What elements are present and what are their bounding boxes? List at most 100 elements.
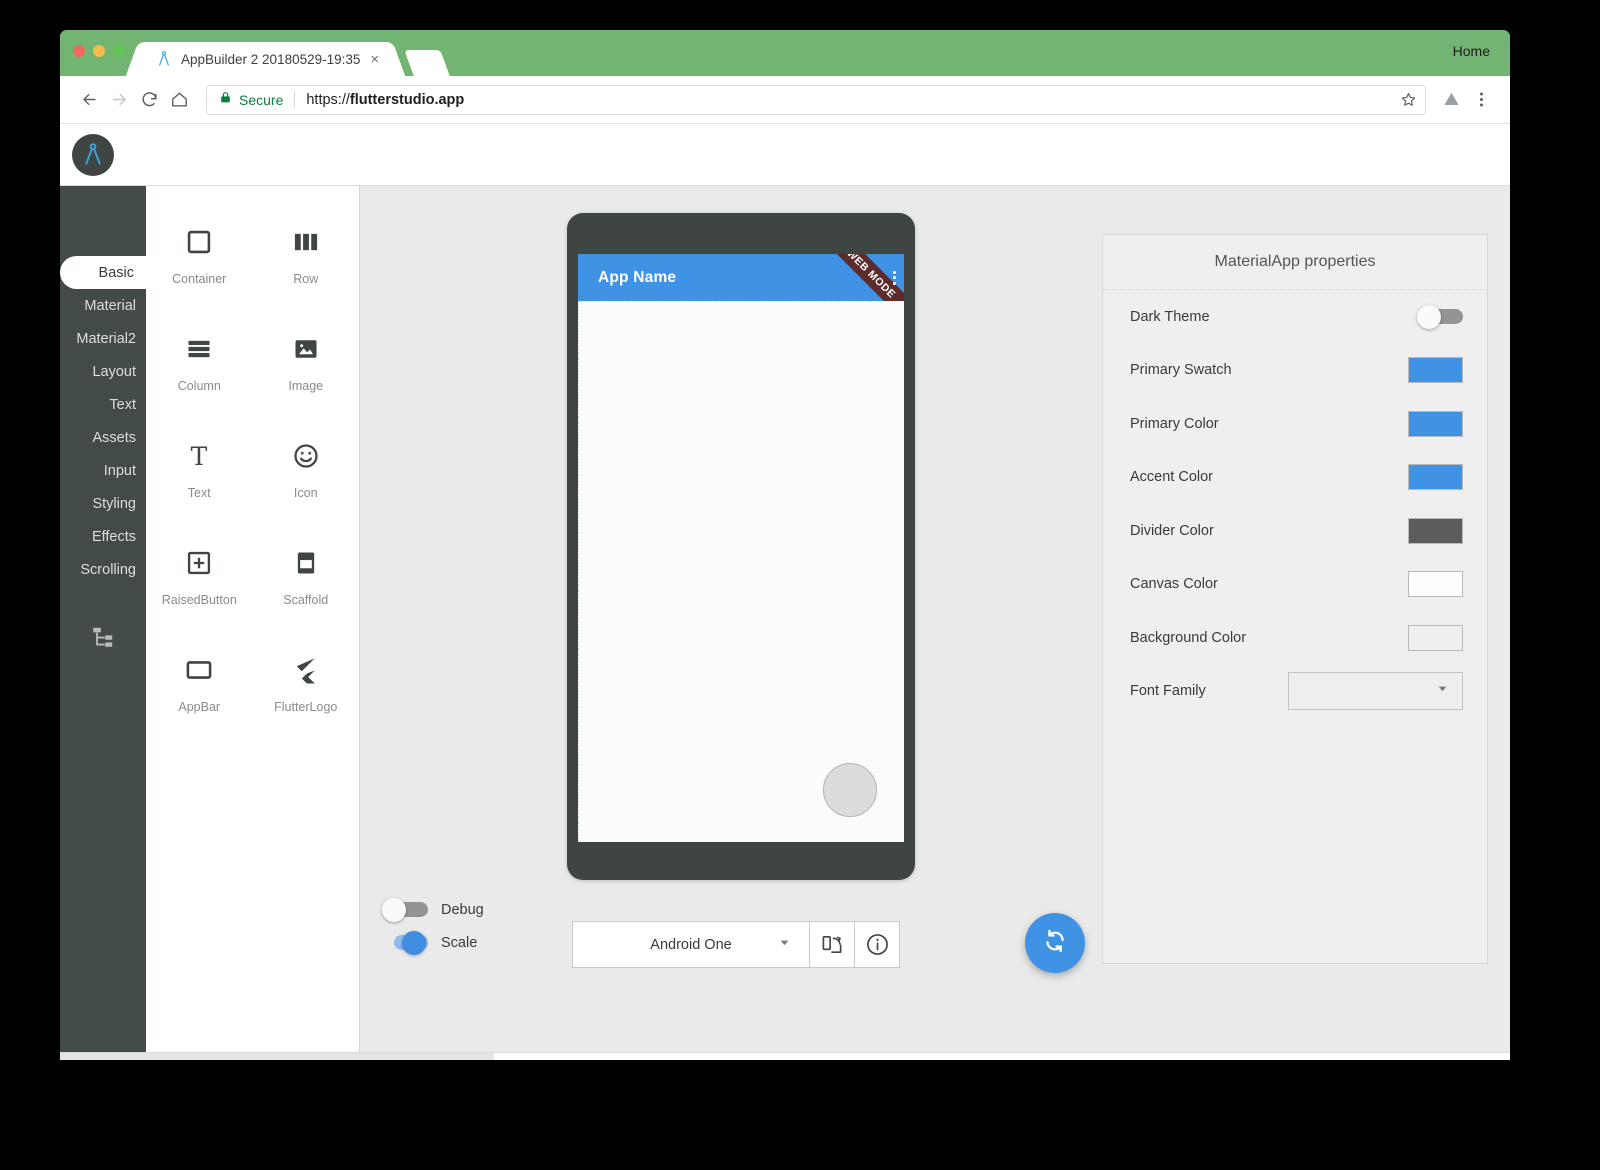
device-screen[interactable]: App Name WEB MODE xyxy=(578,254,904,842)
switch-knob xyxy=(402,931,426,955)
floating-action-button-placeholder[interactable] xyxy=(823,763,877,817)
rail-tab-label: Material xyxy=(84,298,136,314)
debug-toggle[interactable] xyxy=(382,900,428,920)
new-tab-button[interactable] xyxy=(404,50,449,76)
palette-item-scaffold[interactable]: Scaffold xyxy=(253,531,360,638)
security-indicator: Secure xyxy=(219,91,283,108)
rail-tab-label: Scrolling xyxy=(80,562,136,578)
reload-icon[interactable] xyxy=(134,85,164,115)
divider-color-swatch[interactable] xyxy=(1408,518,1463,544)
rail-tab-text[interactable]: Text xyxy=(60,388,146,421)
property-row-accent-color: Accent Color xyxy=(1103,451,1487,505)
property-row-primary-color: Primary Color xyxy=(1103,397,1487,451)
palette-item-container[interactable]: Container xyxy=(146,210,253,317)
divider xyxy=(294,91,295,108)
palette-item-image[interactable]: Image xyxy=(253,317,360,424)
background-color-swatch[interactable] xyxy=(1408,625,1463,651)
svg-text:T: T xyxy=(191,442,208,471)
bottom-bar-spacer xyxy=(60,1053,385,1060)
property-row-primary-swatch: Primary Swatch xyxy=(1103,344,1487,398)
flutter-studio-logo[interactable] xyxy=(72,134,114,176)
palette-item-label: Image xyxy=(288,379,323,393)
address-bar[interactable]: Secure https://flutterstudio.app xyxy=(206,85,1426,115)
rail-tab-basic[interactable]: Basic xyxy=(60,256,146,289)
image-picture-icon xyxy=(292,329,320,369)
star-icon[interactable] xyxy=(1400,91,1417,108)
menubar-home-item[interactable]: Home xyxy=(1453,43,1490,59)
palette-item-icon[interactable]: Icon xyxy=(253,424,360,531)
rail-tab-effects[interactable]: Effects xyxy=(60,520,146,553)
browser-toolbar: Secure https://flutterstudio.app xyxy=(60,76,1510,124)
tab-source-code[interactable]: {} source code xyxy=(494,1053,649,1060)
rail-tab-label: Effects xyxy=(92,529,136,545)
close-icon[interactable]: × xyxy=(370,52,379,67)
property-label: Accent Color xyxy=(1130,469,1408,485)
rail-tab-scrolling[interactable]: Scrolling xyxy=(60,553,146,586)
preview-body-grid[interactable] xyxy=(578,301,904,842)
refresh-icon xyxy=(1041,927,1069,960)
primary-color-swatch[interactable] xyxy=(1408,411,1463,437)
dark-theme-toggle[interactable] xyxy=(1417,307,1463,327)
secure-label: Secure xyxy=(239,92,283,108)
palette-item-label: RaisedButton xyxy=(162,593,237,607)
url-text: https://flutterstudio.app xyxy=(306,92,464,108)
browser-tab[interactable]: AppBuilder 2 20180529-19:35 × xyxy=(140,42,391,76)
design-canvas-area: App Name WEB MODE Debug Scale xyxy=(360,186,1510,1052)
preview-appbar[interactable]: App Name WEB MODE xyxy=(578,254,904,301)
palette-item-label: Scaffold xyxy=(283,593,328,607)
rail-tab-label: Styling xyxy=(92,496,136,512)
palette-item-text[interactable]: T Text xyxy=(146,424,253,531)
info-circle-icon[interactable] xyxy=(855,921,900,968)
property-row-dark-theme: Dark Theme xyxy=(1103,290,1487,344)
browser-tabstrip: AppBuilder 2 20180529-19:35 × xyxy=(140,42,445,76)
palette-item-column[interactable]: Column xyxy=(146,317,253,424)
palette-item-label: FlutterLogo xyxy=(274,700,337,714)
rail-tab-label: Text xyxy=(109,397,136,413)
rail-tab-label: Material2 xyxy=(76,331,136,347)
palette-item-label: AppBar xyxy=(178,700,220,714)
device-selector-bar: Android One xyxy=(572,921,900,968)
property-row-divider-color: Divider Color xyxy=(1103,504,1487,558)
chevron-down-icon xyxy=(1436,682,1449,700)
palette-item-flutterlogo[interactable]: FlutterLogo xyxy=(253,638,360,745)
home-icon[interactable] xyxy=(164,85,194,115)
rail-tab-label: Basic xyxy=(99,265,134,281)
url-host: flutterstudio.app xyxy=(350,92,464,108)
rotate-device-icon[interactable] xyxy=(810,921,855,968)
rail-tab-layout[interactable]: Layout xyxy=(60,355,146,388)
accent-color-swatch[interactable] xyxy=(1408,464,1463,490)
palette-item-appbar[interactable]: AppBar xyxy=(146,638,253,745)
maximize-window-button[interactable] xyxy=(113,45,125,57)
minimize-window-button[interactable] xyxy=(93,45,105,57)
tab-pubspec[interactable]: <‧> pubspec xyxy=(649,1053,789,1060)
widget-tree-icon[interactable] xyxy=(60,624,146,650)
canvas-color-swatch[interactable] xyxy=(1408,571,1463,597)
palette-item-raisedbutton[interactable]: RaisedButton xyxy=(146,531,253,638)
tab-model[interactable]: ⎕ model xyxy=(385,1053,494,1060)
column-bars-icon xyxy=(185,329,213,369)
palette-item-label: Row xyxy=(293,272,318,286)
device-select[interactable]: Android One xyxy=(572,921,810,968)
palette-item-row[interactable]: Row xyxy=(253,210,360,317)
scale-toggle[interactable] xyxy=(382,933,428,953)
rail-tab-material[interactable]: Material xyxy=(60,289,146,322)
property-label: Canvas Color xyxy=(1130,576,1408,592)
debug-toggle-label: Debug xyxy=(441,902,484,918)
rail-tab-assets[interactable]: Assets xyxy=(60,421,146,454)
google-drive-icon[interactable] xyxy=(1436,85,1466,115)
rail-tab-material2[interactable]: Material2 xyxy=(60,322,146,355)
rail-tab-styling[interactable]: Styling xyxy=(60,487,146,520)
back-arrow-icon[interactable] xyxy=(74,85,104,115)
three-dot-vertical-icon[interactable] xyxy=(893,271,896,285)
rail-tab-input[interactable]: Input xyxy=(60,454,146,487)
url-scheme: https:// xyxy=(306,92,350,108)
close-window-button[interactable] xyxy=(73,45,85,57)
refresh-preview-button[interactable] xyxy=(1025,913,1085,973)
three-dot-menu-icon[interactable] xyxy=(1466,85,1496,115)
palette-item-label: Container xyxy=(172,272,226,286)
preview-appbar-title: App Name xyxy=(598,269,676,287)
palette-item-label: Icon xyxy=(294,486,318,500)
flutter-studio-compass-icon xyxy=(156,51,172,67)
font-family-select[interactable] xyxy=(1288,672,1463,710)
primary-swatch-color[interactable] xyxy=(1408,357,1463,383)
